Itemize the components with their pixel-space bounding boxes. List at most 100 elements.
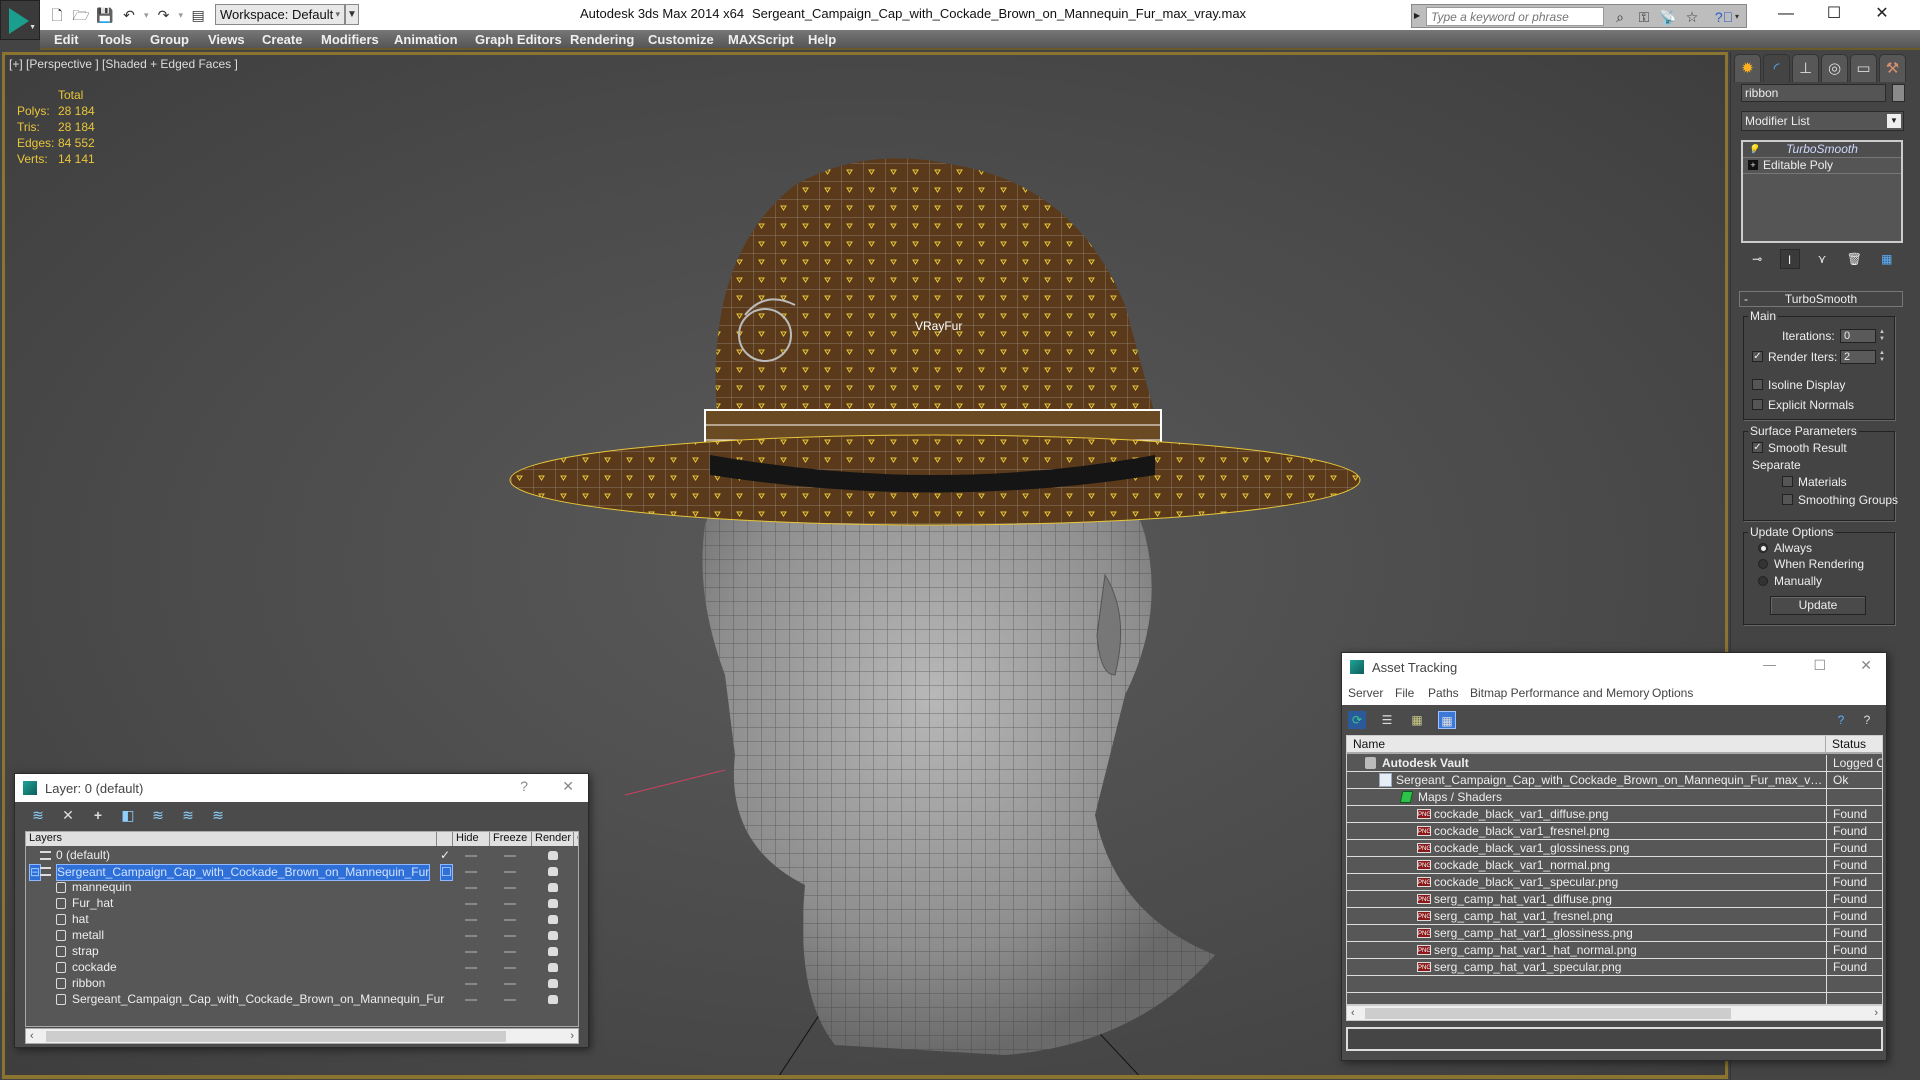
redo-icon[interactable]: ↷ — [155, 6, 173, 24]
scrollbar-thumb[interactable] — [46, 1031, 506, 1042]
render-teapot-icon[interactable] — [548, 963, 558, 972]
layer-name[interactable]: hat — [72, 912, 89, 927]
thumbnail-view-icon[interactable]: ▦ — [1408, 711, 1426, 729]
hide-toggle[interactable] — [465, 887, 477, 889]
asset-row[interactable]: Autodesk Vault Logged Out — [1347, 755, 1882, 772]
column-header-name[interactable]: Name — [1347, 736, 1826, 754]
asset-row[interactable]: PNG serg_camp_hat_var1_diffuse.png Found — [1347, 891, 1882, 908]
expand-icon[interactable]: + — [1748, 160, 1758, 170]
asset-row[interactable]: PNG serg_camp_hat_var1_hat_normal.png Foun… — [1347, 942, 1882, 959]
layer-row[interactable]: mannequin — [26, 880, 578, 896]
freeze-toggle[interactable] — [504, 999, 516, 1001]
remove-modifier-icon[interactable]: 🗑 — [1844, 249, 1864, 269]
render-teapot-icon[interactable] — [548, 995, 558, 1004]
close-button[interactable]: ✕ — [1860, 657, 1872, 674]
layer-row[interactable]: ⊟ Sergeant_Campaign_Cap_with_Cockade_Brow… — [26, 864, 578, 881]
menu-edit[interactable]: Edit — [54, 32, 79, 47]
asset-row[interactable]: PNG serg_camp_hat_var1_specular.png Found — [1347, 959, 1882, 976]
expand-search-icon[interactable]: ▶ — [1414, 11, 1420, 20]
hide-toggle[interactable] — [465, 999, 477, 1001]
hide-toggle[interactable] — [465, 967, 477, 969]
freeze-toggle[interactable] — [504, 983, 516, 985]
select-objects-icon[interactable]: ◧ — [119, 806, 137, 824]
object-name-field[interactable]: ribbon — [1741, 84, 1886, 102]
modifier-list-dropdown[interactable]: Modifier List ▼ — [1741, 111, 1904, 131]
menu-bitmap-performance[interactable]: Bitmap Performance and Memory — [1470, 686, 1649, 700]
hide-toggle[interactable] — [465, 919, 477, 921]
horizontal-scrollbar[interactable]: ‹ › — [25, 1028, 579, 1044]
layer-row[interactable]: Sergeant_Campaign_Cap_with_Cockade_Brown… — [26, 992, 578, 1008]
scroll-left-icon[interactable]: ‹ — [30, 1029, 34, 1043]
create-layer-icon[interactable]: ≋ — [29, 806, 47, 824]
hide-toggle[interactable] — [465, 903, 477, 905]
search-input[interactable] — [1426, 7, 1604, 26]
materials-checkbox[interactable] — [1782, 476, 1793, 487]
layer-name[interactable]: 0 (default) — [56, 848, 110, 863]
help-button[interactable]: ? — [520, 778, 528, 794]
menu-animation[interactable]: Animation — [394, 32, 458, 47]
column-header-layers[interactable]: Layers — [26, 832, 437, 846]
render-teapot-icon[interactable] — [548, 867, 558, 876]
workspace-select[interactable]: Workspace: Default ▾ — [215, 4, 345, 25]
stack-item-editable-poly[interactable]: + Editable Poly — [1743, 158, 1901, 174]
freeze-toggle[interactable] — [504, 935, 516, 937]
dialog-title-bar[interactable]: Layer: 0 (default) ? ✕ — [15, 774, 588, 802]
layer-settings-icon[interactable]: ≋ — [209, 806, 227, 824]
hide-toggle[interactable] — [465, 855, 477, 857]
menu-rendering[interactable]: Rendering — [570, 32, 634, 47]
spinner-arrows-icon[interactable]: ▲ ▼ — [1878, 329, 1886, 343]
close-button[interactable]: ✕ — [562, 778, 574, 795]
maximize-button[interactable]: ☐ — [1813, 657, 1826, 674]
project-folder-icon[interactable]: ▤ — [189, 6, 207, 24]
scroll-right-icon[interactable]: › — [570, 1029, 574, 1043]
render-teapot-icon[interactable] — [548, 947, 558, 956]
help-icon[interactable]: ? — [1832, 711, 1850, 729]
utilities-tab-icon[interactable]: ⚒ — [1879, 54, 1906, 82]
set-current-layer-checkbox[interactable]: ☐ — [440, 864, 453, 881]
hide-toggle[interactable] — [465, 983, 477, 985]
layer-row[interactable]: ribbon — [26, 976, 578, 992]
turbosmooth-rollout-header[interactable]: - TurboSmooth — [1739, 291, 1903, 307]
layer-row[interactable]: hat — [26, 912, 578, 928]
layer-row[interactable]: strap — [26, 944, 578, 960]
smooth-result-checkbox[interactable]: ✓ — [1752, 442, 1763, 453]
column-header-color[interactable]: C — [574, 832, 578, 846]
scroll-left-icon[interactable]: ‹ — [1351, 1006, 1355, 1020]
configure-modifier-sets-icon[interactable]: ▦ — [1877, 249, 1897, 269]
show-end-result-icon[interactable]: I — [1779, 249, 1800, 269]
new-file-icon[interactable]: 🗋 — [48, 6, 66, 24]
layer-row[interactable]: Fur_hat — [26, 896, 578, 912]
undo-icon[interactable]: ↶ — [120, 6, 138, 24]
hierarchy-tab-icon[interactable]: ⊥ — [1792, 54, 1819, 82]
update-button[interactable]: Update — [1770, 596, 1866, 615]
minimize-button[interactable]: — — [1763, 657, 1776, 672]
create-tab-icon[interactable]: ✹ — [1734, 54, 1761, 82]
application-menu-button[interactable]: ▼ — [0, 0, 40, 40]
layer-name[interactable]: metall — [72, 928, 104, 943]
iterations-spinner[interactable]: 0 — [1840, 329, 1876, 343]
menu-maxscript[interactable]: MAXScript — [728, 32, 794, 47]
asset-row[interactable]: PNG cockade_black_var1_fresnel.png Found — [1347, 823, 1882, 840]
freeze-toggle[interactable] — [504, 871, 516, 873]
menu-server[interactable]: Server — [1348, 686, 1383, 700]
column-header-status[interactable]: Status — [1826, 736, 1882, 754]
table-view-icon[interactable]: ▦ — [1438, 711, 1456, 729]
scroll-right-icon[interactable]: › — [1874, 1006, 1878, 1020]
manually-radio[interactable] — [1758, 576, 1768, 586]
layer-name[interactable]: strap — [72, 944, 99, 959]
display-tab-icon[interactable]: ▭ — [1850, 54, 1877, 82]
key-icon[interactable]: ⚿ — [1634, 7, 1654, 27]
lightbulb-icon[interactable]: 💡 — [1748, 144, 1759, 154]
render-teapot-icon[interactable] — [548, 979, 558, 988]
object-color-swatch[interactable] — [1892, 84, 1905, 102]
column-header-freeze[interactable]: Freeze — [490, 832, 532, 846]
motion-tab-icon[interactable]: ◎ — [1821, 54, 1848, 82]
menu-modifiers[interactable]: Modifiers — [321, 32, 379, 47]
horizontal-scrollbar[interactable]: ‹ › — [1346, 1005, 1883, 1021]
column-header-current[interactable] — [437, 832, 453, 846]
freeze-toggle[interactable] — [504, 967, 516, 969]
render-teapot-icon[interactable] — [548, 899, 558, 908]
asset-row[interactable]: Maps / Shaders — [1347, 789, 1882, 806]
pin-stack-icon[interactable]: ⊸ — [1747, 249, 1767, 269]
freeze-toggle[interactable] — [504, 903, 516, 905]
